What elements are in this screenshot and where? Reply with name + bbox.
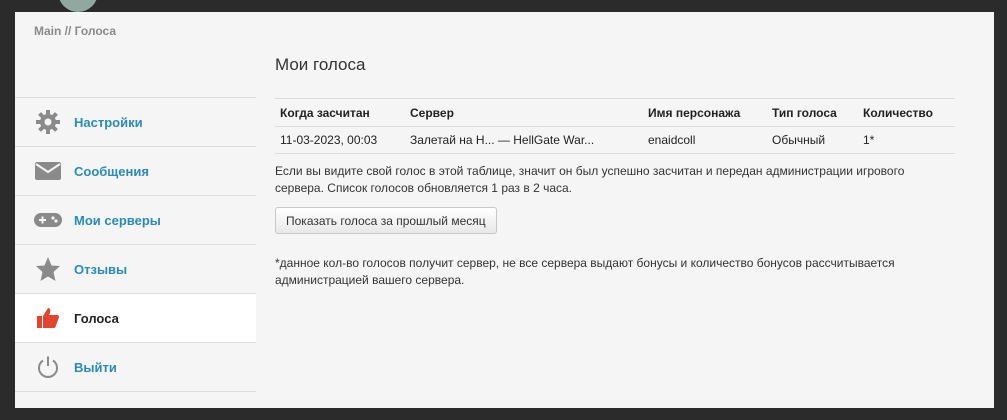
info-text: Если вы видите свой голос в этой таблице… [275, 164, 905, 195]
sidebar-item-label: Настройки [74, 114, 143, 130]
sidebar-item-label: Голоса [74, 310, 119, 326]
sidebar: Настройки Сообщения Мои серверы Отзывы Г… [15, 97, 256, 392]
envelope-icon [34, 157, 62, 185]
table-header-row: Когда засчитан Сервер Имя персонажа Тип … [275, 98, 955, 127]
votes-table: Когда засчитан Сервер Имя персонажа Тип … [275, 98, 955, 154]
col-header-vote-type: Тип голоса [767, 98, 858, 127]
col-header-character: Имя персонажа [643, 98, 767, 127]
logo-fragment [58, 0, 98, 12]
main-panel: Main // Голоса Настройки Сообщения Мои с… [15, 12, 994, 408]
sidebar-item-messages[interactable]: Сообщения [15, 146, 256, 195]
cell-server: Залетай на Н... — HellGate War... [405, 126, 643, 154]
gamepad-icon [34, 206, 62, 234]
table-row: 11-03-2023, 00:03 Залетай на Н... — Hell… [275, 126, 955, 154]
cell-count: 1* [858, 126, 955, 154]
power-icon [34, 353, 62, 381]
thumbs-up-icon [34, 304, 62, 332]
sidebar-item-my-servers[interactable]: Мои серверы [15, 195, 256, 244]
sidebar-item-label: Сообщения [74, 163, 149, 179]
sidebar-item-votes[interactable]: Голоса [15, 293, 256, 342]
show-last-month-button[interactable]: Показать голоса за прошлый месяц [275, 207, 497, 234]
gear-icon [34, 108, 62, 136]
sidebar-item-label: Мои серверы [74, 212, 161, 228]
sidebar-item-label: Выйти [74, 359, 117, 375]
cell-vote-type: Обычный [767, 126, 858, 154]
col-header-date: Когда засчитан [275, 98, 405, 127]
page-title: Мои голоса [275, 55, 366, 74]
sidebar-item-reviews[interactable]: Отзывы [15, 244, 256, 293]
cell-date: 11-03-2023, 00:03 [275, 126, 405, 154]
sidebar-item-settings[interactable]: Настройки [15, 97, 256, 146]
cell-character: enaidcoll [643, 126, 767, 154]
sidebar-item-label: Отзывы [74, 261, 128, 277]
sidebar-item-logout[interactable]: Выйти [15, 342, 256, 392]
breadcrumb[interactable]: Main // Голоса [34, 24, 116, 38]
col-header-server: Сервер [405, 98, 643, 127]
col-header-count: Количество [858, 98, 955, 127]
star-icon [34, 255, 62, 283]
footnote-text: *данное кол-во голосов получит сервер, н… [275, 256, 895, 287]
